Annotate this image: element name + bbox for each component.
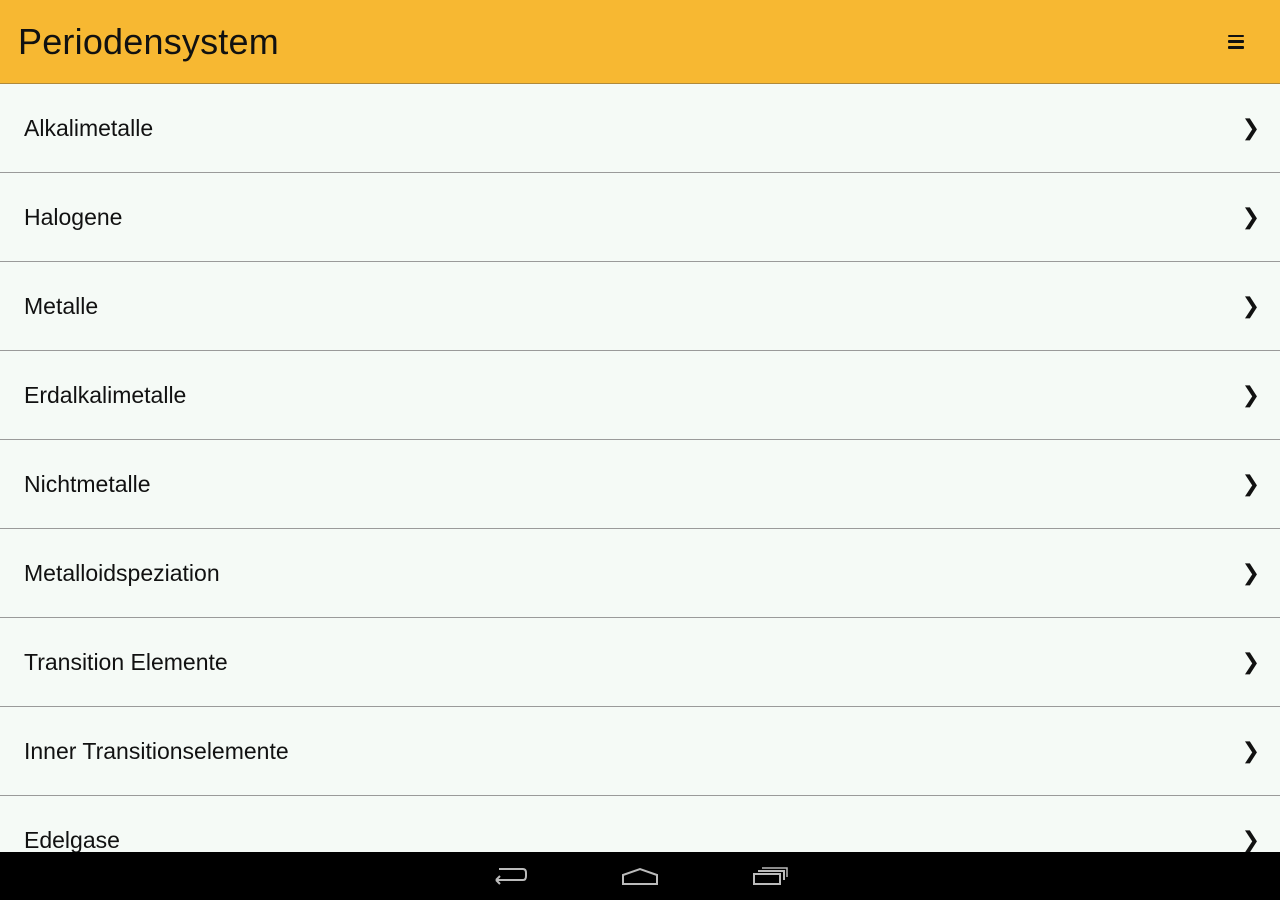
hamburger-menu-icon [1228, 34, 1244, 50]
chevron-right-icon: ❯ [1241, 293, 1260, 319]
list-item-label: Edelgase [24, 826, 120, 853]
chevron-right-icon: ❯ [1241, 115, 1260, 141]
chevron-right-icon: ❯ [1241, 560, 1260, 586]
chevron-right-icon: ❯ [1241, 471, 1260, 497]
list-item-label: Alkalimetalle [24, 114, 154, 141]
list-item-halogene[interactable]: Halogene ❯ [0, 173, 1280, 262]
list-item-transition-elemente[interactable]: Transition Elemente ❯ [0, 618, 1280, 707]
list-item-label: Erdalkalimetalle [24, 381, 187, 408]
chevron-right-icon: ❯ [1241, 204, 1260, 230]
category-list: Alkalimetalle ❯ Halogene ❯ Metalle ❯ Erd… [0, 84, 1280, 852]
home-icon [622, 867, 658, 885]
list-item-label: Inner Transitionselemente [24, 737, 289, 764]
list-item-nichtmetalle[interactable]: Nichtmetalle ❯ [0, 440, 1280, 529]
home-button[interactable] [615, 856, 665, 896]
chevron-right-icon: ❯ [1241, 827, 1260, 853]
recent-apps-button[interactable] [745, 856, 795, 896]
page-title: Periodensystem [18, 20, 279, 62]
list-item-label: Metalloidspeziation [24, 559, 220, 586]
list-item-metalle[interactable]: Metalle ❯ [0, 262, 1280, 351]
system-navigation-bar [0, 852, 1280, 900]
chevron-right-icon: ❯ [1241, 738, 1260, 764]
list-item-inner-transitionselemente[interactable]: Inner Transitionselemente ❯ [0, 707, 1280, 796]
list-item-erdalkalimetalle[interactable]: Erdalkalimetalle ❯ [0, 351, 1280, 440]
list-item-alkalimetalle[interactable]: Alkalimetalle ❯ [0, 84, 1280, 173]
list-item-label: Transition Elemente [24, 648, 228, 675]
recent-apps-icon [753, 867, 788, 885]
chevron-right-icon: ❯ [1241, 649, 1260, 675]
list-item-label: Halogene [24, 203, 123, 230]
app-header: Periodensystem [0, 0, 1280, 84]
app-root: Periodensystem Alkalimetalle ❯ Halogene … [0, 0, 1280, 900]
list-item-label: Metalle [24, 292, 99, 319]
back-icon [495, 868, 527, 885]
chevron-right-icon: ❯ [1241, 382, 1260, 408]
list-item-metalloidspeziation[interactable]: Metalloidspeziation ❯ [0, 529, 1280, 618]
list-item-edelgase[interactable]: Edelgase ❯ [0, 796, 1280, 852]
list-item-label: Nichtmetalle [24, 470, 151, 497]
menu-button[interactable] [1216, 22, 1256, 62]
back-button[interactable] [485, 856, 535, 896]
